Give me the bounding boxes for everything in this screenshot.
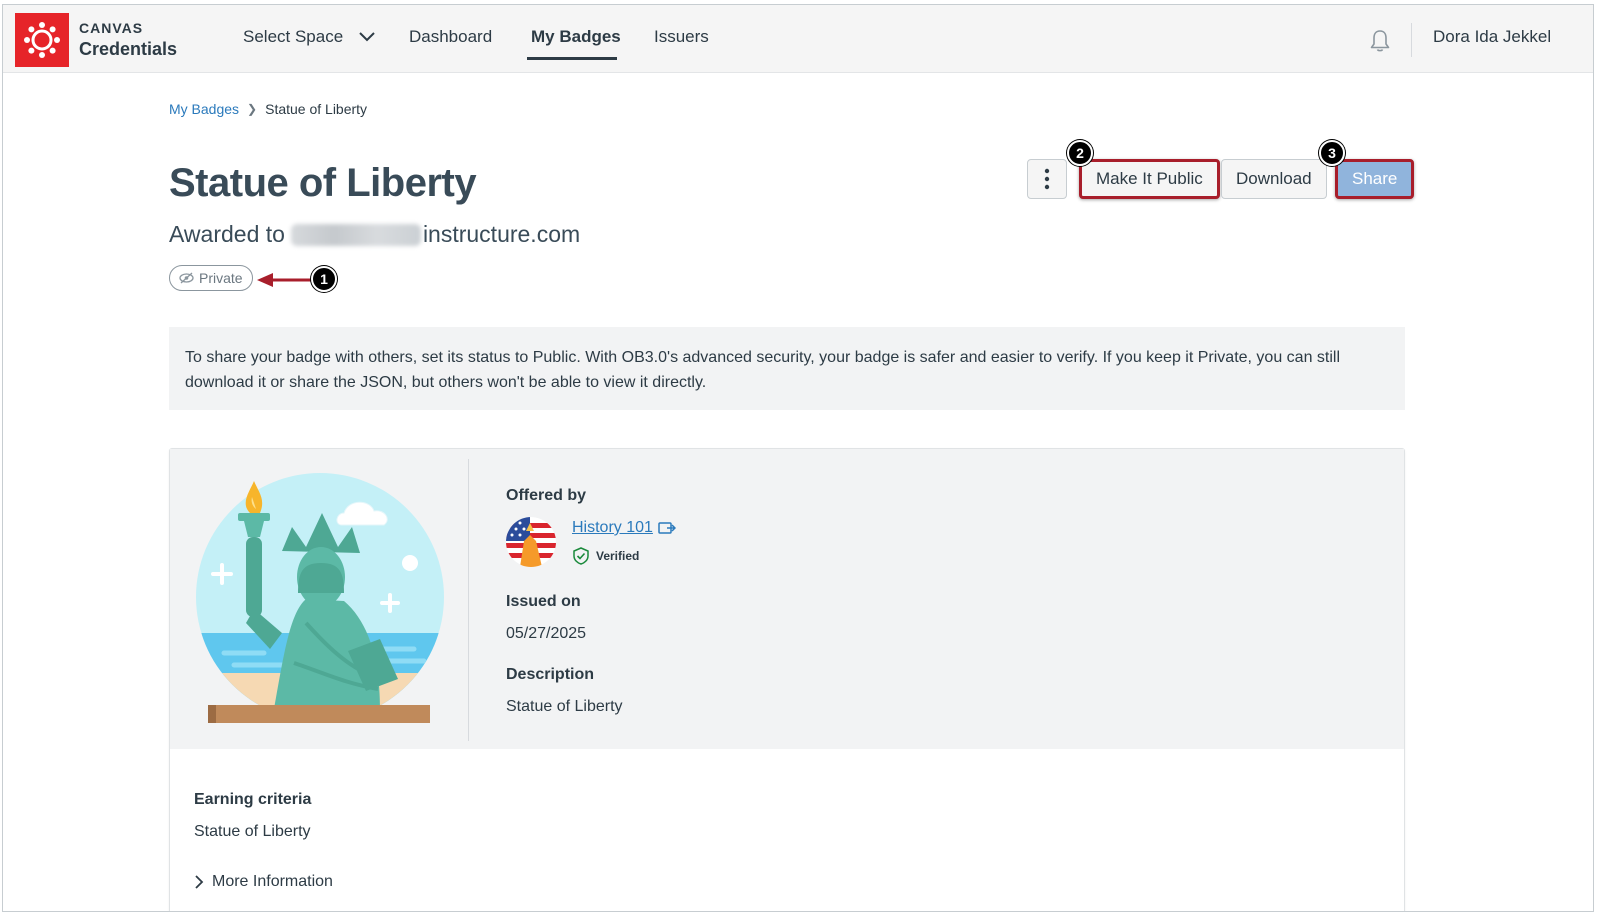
nav-dashboard[interactable]: Dashboard [409, 27, 492, 47]
sharing-info-message: To share your badge with others, set its… [169, 327, 1405, 410]
description-label: Description [506, 666, 595, 683]
page-title: Statue of Liberty [169, 161, 477, 205]
verified-shield-icon [573, 547, 589, 565]
select-space-dropdown[interactable]: Select Space [243, 27, 375, 47]
nav-my-badges[interactable]: My Badges [531, 27, 621, 47]
issued-on-value: 05/27/2025 [506, 625, 587, 642]
more-information-label: More Information [212, 873, 333, 890]
chevron-right-icon [195, 875, 204, 889]
canvas-logo-icon[interactable] [15, 13, 69, 67]
awarded-prefix: Awarded to [169, 221, 285, 247]
badge-detail-card: Offered by History 101 Verified Issued o… [169, 448, 1405, 911]
logo-top-text: CANVAS [79, 20, 144, 36]
visibility-status-label: Private [199, 270, 243, 286]
breadcrumb: My Badges ❯ Statue of Liberty [169, 101, 367, 117]
make-it-public-button[interactable]: Make It Public [1079, 159, 1220, 199]
chevron-down-icon [359, 32, 375, 42]
download-button[interactable]: Download [1221, 159, 1327, 199]
visibility-status-badge: Private [169, 265, 253, 291]
earning-criteria-label: Earning criteria [194, 791, 312, 808]
description-value: Statue of Liberty [506, 698, 623, 715]
eye-slash-icon [179, 272, 194, 284]
logo-wordmark[interactable]: CANVAS Credentials [79, 21, 177, 58]
active-tab-indicator [527, 57, 617, 60]
bell-icon[interactable] [1369, 29, 1391, 53]
issued-on-label: Issued on [506, 593, 581, 610]
awarded-to-line: Awarded to instructure.com [169, 221, 580, 248]
select-space-label: Select Space [243, 27, 344, 46]
more-information-toggle[interactable]: More Information [194, 873, 333, 891]
more-options-button[interactable] [1027, 159, 1067, 199]
redacted-email [290, 223, 421, 246]
user-menu[interactable]: Dora Ida Jekkel [1433, 27, 1551, 47]
issuer-avatar[interactable] [506, 517, 556, 567]
header-divider [1411, 23, 1412, 57]
kebab-menu-icon [1044, 168, 1050, 190]
nav-issuers[interactable]: Issuers [654, 27, 709, 47]
breadcrumb-current: Statue of Liberty [265, 101, 368, 117]
logo-bottom-text: Credentials [79, 39, 178, 59]
issuer-name: History 101 [572, 519, 653, 536]
annotation-arrow-icon [257, 273, 315, 287]
offered-by-label: Offered by [506, 487, 587, 504]
awarded-email-domain: instructure.com [422, 221, 581, 247]
verified-label: Verified [596, 549, 640, 563]
breadcrumb-my-badges[interactable]: My Badges [169, 101, 239, 117]
external-link-icon [658, 522, 676, 534]
statue-of-liberty-badge-image [196, 473, 444, 723]
share-button[interactable]: Share [1335, 159, 1415, 199]
annotation-marker-3: 3 [1319, 140, 1345, 166]
panel-divider [468, 459, 469, 741]
annotation-marker-1: 1 [311, 266, 337, 292]
app-window: CANVAS Credentials Select Space Dashboar… [2, 4, 1594, 912]
breadcrumb-separator-icon: ❯ [247, 102, 258, 116]
verified-status: Verified [572, 547, 639, 565]
top-navigation-bar: CANVAS Credentials Select Space Dashboar… [3, 5, 1593, 73]
issuer-link[interactable]: History 101 [572, 519, 676, 537]
annotation-marker-2: 2 [1067, 140, 1093, 166]
earning-criteria-value: Statue of Liberty [194, 823, 311, 840]
